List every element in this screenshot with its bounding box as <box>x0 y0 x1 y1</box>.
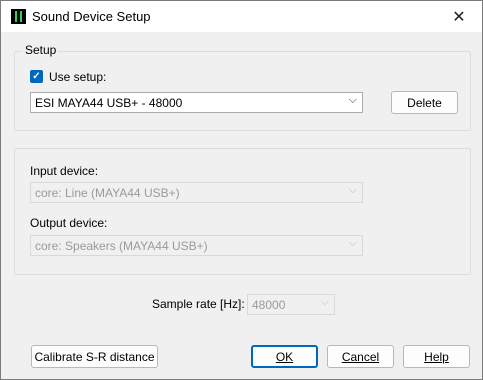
checkmark-icon: ✓ <box>32 70 41 82</box>
chevron-down-icon: ⌵ <box>320 296 329 308</box>
output-device-label: Output device: <box>30 216 108 230</box>
setup-group-legend: Setup <box>23 43 59 57</box>
setup-select-value: ESI MAYA44 USB+ - 48000 <box>35 96 183 110</box>
audio-meter-icon <box>11 9 26 24</box>
close-icon: ✕ <box>452 8 466 26</box>
sound-device-setup-dialog: Sound Device Setup ✕ Setup ✓ Use setup: … <box>0 0 483 380</box>
output-device-value: core: Speakers (MAYA44 USB+) <box>35 239 208 253</box>
sample-rate-value: 48000 <box>252 298 286 312</box>
use-setup-checkbox[interactable]: ✓ <box>30 70 43 83</box>
sample-rate-select[interactable]: 48000 ⌵ <box>247 294 335 315</box>
close-button[interactable]: ✕ <box>436 1 482 32</box>
ok-button-label: OK <box>275 349 294 364</box>
help-button[interactable]: Help <box>403 345 470 368</box>
title-bar: Sound Device Setup ✕ <box>1 1 482 32</box>
window-title: Sound Device Setup <box>32 9 151 24</box>
delete-button[interactable]: Delete <box>391 91 458 114</box>
sample-rate-label: Sample rate [Hz]: <box>152 297 245 311</box>
ok-button[interactable]: OK <box>251 345 318 368</box>
output-device-select[interactable]: core: Speakers (MAYA44 USB+) ⌵ <box>30 235 363 256</box>
chevron-down-icon: ⌵ <box>348 237 357 249</box>
setup-select[interactable]: ESI MAYA44 USB+ - 48000 ⌵ <box>30 92 363 113</box>
chevron-down-icon: ⌵ <box>348 94 357 106</box>
cancel-button[interactable]: Cancel <box>327 345 394 368</box>
input-device-select[interactable]: core: Line (MAYA44 USB+) ⌵ <box>30 182 363 203</box>
chevron-down-icon: ⌵ <box>348 184 357 196</box>
calibrate-button-label: Calibrate S-R distance <box>34 349 155 364</box>
cancel-button-label: Cancel <box>341 349 380 364</box>
input-device-label: Input device: <box>30 164 99 178</box>
help-button-label: Help <box>424 349 449 364</box>
input-device-value: core: Line (MAYA44 USB+) <box>35 186 180 200</box>
calibrate-button[interactable]: Calibrate S-R distance <box>31 345 158 368</box>
use-setup-label[interactable]: Use setup: <box>49 70 106 84</box>
delete-button-label: Delete <box>407 95 442 110</box>
